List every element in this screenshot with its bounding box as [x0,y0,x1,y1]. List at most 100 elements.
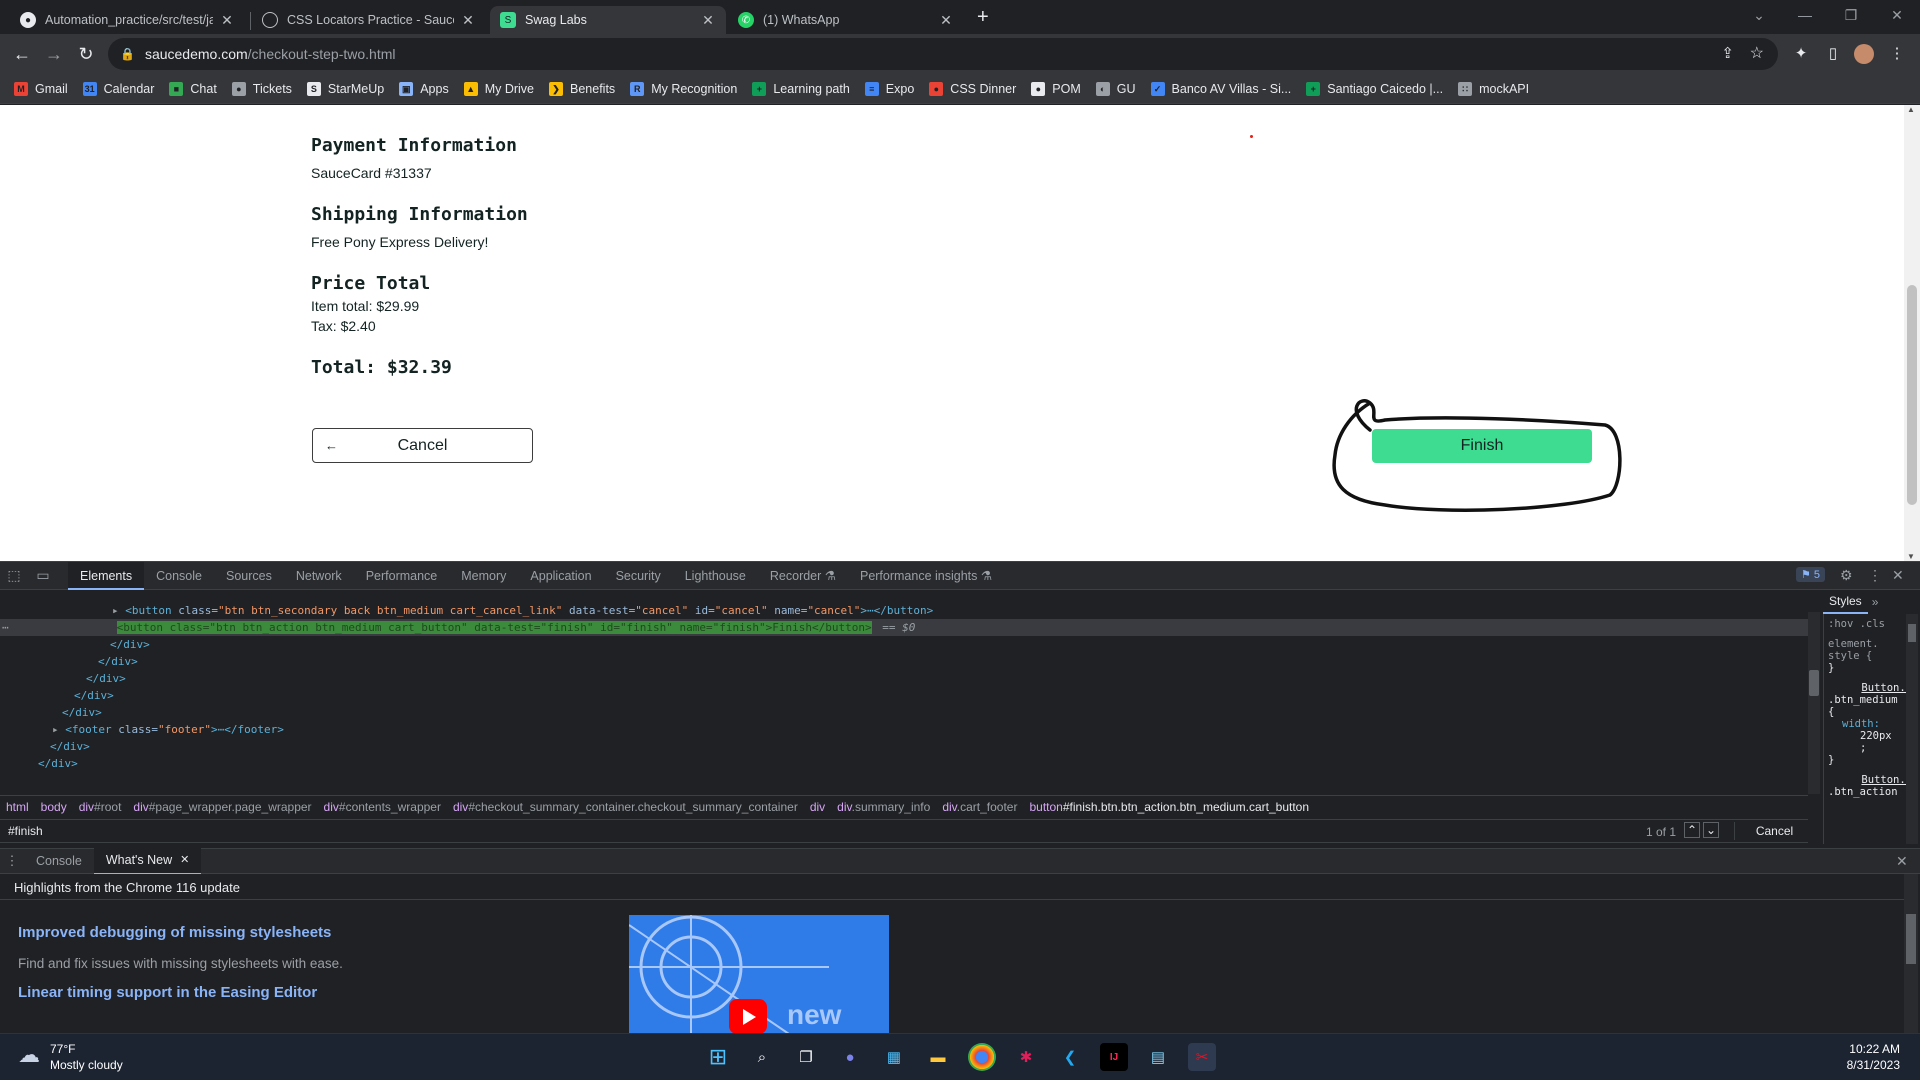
scroll-up-icon[interactable]: ▲ [1907,105,1915,114]
devtools-tab[interactable]: Network [284,562,354,590]
devtools-tab[interactable]: Performance insights ⚗ [848,562,1004,590]
whats-new-link[interactable]: Improved debugging of missing stylesheet… [18,924,331,941]
bookmark-item[interactable]: ● POM [1031,81,1081,96]
finish-button[interactable]: Finish [1372,429,1592,463]
bookmark-item[interactable]: ▣ Apps [399,81,449,96]
more-tabs-icon[interactable]: » [1872,595,1879,609]
dom-line[interactable]: </div> [86,670,126,687]
dom-line[interactable]: </div> [38,755,78,772]
dom-line[interactable]: </div> [50,738,90,755]
intellij-icon[interactable]: IJ [1100,1043,1128,1071]
bookmark-item[interactable]: 31 Calendar [82,81,154,96]
drawer-tab-console[interactable]: Console [24,847,94,875]
bookmark-item[interactable]: ◐ GU [1095,81,1136,96]
inspect-element-icon[interactable]: ⬚ [0,567,28,584]
browser-tab[interactable]: ✆ (1) WhatsApp ✕ [728,6,964,34]
close-drawer-icon[interactable]: ✕ [1896,853,1908,870]
bookmark-item[interactable]: M Gmail [14,81,68,96]
devtools-tab[interactable]: Performance [354,562,450,590]
slack-icon[interactable]: ✱ [1012,1043,1040,1071]
browser-tab[interactable]: ● Automation_practice/src/test/jav ✕ [10,6,245,34]
breadcrumb-item[interactable]: div#page_wrapper.page_wrapper [133,800,311,814]
bookmark-star-icon[interactable]: ☆ [1750,43,1764,63]
weather-desc[interactable]: Mostly cloudy [50,1058,123,1072]
dom-line[interactable]: </div> [98,653,138,670]
drawer-tab-whats-new[interactable]: What's New ✕ [93,847,202,875]
search-next-icon[interactable]: ⌄ [1703,822,1719,838]
devtools-tab[interactable]: Application [518,562,603,590]
store-icon[interactable]: ▦ [880,1043,908,1071]
windows-start-icon[interactable]: ⊞ [704,1043,732,1071]
close-tab-icon[interactable]: ✕ [460,12,476,29]
forward-icon[interactable]: → [42,42,66,66]
vscode-icon[interactable]: ❮ [1056,1043,1084,1071]
bookmark-item[interactable]: + Learning path [752,81,850,96]
search-cancel-button[interactable]: Cancel [1734,822,1814,840]
whats-new-scrollbar-thumb[interactable] [1906,914,1916,964]
search-icon[interactable]: ⌕ [748,1043,776,1071]
chrome-icon[interactable] [968,1043,996,1071]
breadcrumb-item[interactable]: div.cart_footer [942,800,1017,814]
issues-badge[interactable]: ⚑ 5 [1796,567,1826,582]
bookmark-item[interactable]: ● CSS Dinner [929,81,1016,96]
dom-line-cancel-button[interactable]: ▸ <button class="btn btn_secondary back … [112,602,933,619]
weather-temp[interactable]: 77°F [50,1042,75,1056]
styles-scrollbar[interactable] [1906,614,1918,844]
breadcrumb-item[interactable]: div#checkout_summary_container.checkout_… [453,800,798,814]
browser-tab[interactable]: CSS Locators Practice - Saucedem ✕ [252,6,486,34]
bookmark-item[interactable]: ❯ Benefits [549,81,615,96]
dom-scrollbar-thumb[interactable] [1809,670,1819,696]
styles-tab[interactable]: Styles [1823,590,1868,614]
close-tab-icon[interactable]: ✕ [938,12,954,29]
restore-icon[interactable]: ❐ [1828,0,1874,30]
devtools-tab[interactable]: Lighthouse [673,562,758,590]
devtools-tab[interactable]: Elements [68,561,145,590]
devtools-tab[interactable]: Sources [214,562,284,590]
bookmark-item[interactable]: ■ Chat [169,81,217,96]
device-toolbar-icon[interactable]: ▭ [28,567,58,584]
breadcrumb-item[interactable]: div#root [79,800,122,814]
dom-line[interactable]: </div> [110,636,150,653]
dom-line[interactable]: </div> [62,704,102,721]
back-icon[interactable]: ← [10,42,34,66]
devtools-tab[interactable]: Recorder ⚗ [758,562,848,590]
devtools-menu-icon[interactable]: ⋮ [1868,567,1882,584]
bookmark-item[interactable]: + Santiago Caicedo |... [1306,81,1443,96]
close-window-icon[interactable]: ✕ [1874,0,1920,30]
browser-tab-active[interactable]: S Swag Labs ✕ [490,6,726,34]
notepad-icon[interactable]: ▤ [1144,1043,1172,1071]
breadcrumb-item[interactable]: div.summary_info [837,800,930,814]
minimize-icon[interactable]: — [1782,0,1828,30]
extensions-icon[interactable]: ✦ [1790,43,1812,65]
scroll-down-icon[interactable]: ▼ [1907,552,1915,561]
bookmark-item[interactable]: ▲ My Drive [463,81,534,96]
devtools-tab[interactable]: Memory [449,562,518,590]
dom-line-ellipsis-icon[interactable]: ⋯ [2,621,9,634]
side-panel-icon[interactable]: ▯ [1822,43,1844,65]
page-scrollbar-thumb[interactable] [1907,285,1917,505]
bookmark-item[interactable]: ∷ mockAPI [1458,81,1529,96]
drawer-menu-icon[interactable]: ⋮ [0,853,24,869]
breadcrumb-item[interactable]: body [41,800,67,814]
task-view-icon[interactable]: ❐ [792,1043,820,1071]
file-explorer-icon[interactable]: ▬ [924,1043,952,1071]
clock-date[interactable]: 8/31/2023 [1838,1058,1900,1072]
address-bar[interactable]: 🔒 saucedemo.com/checkout-step-two.html ⇪… [108,38,1778,70]
whats-new-link[interactable]: Linear timing support in the Easing Edit… [18,984,317,1001]
bookmark-item[interactable]: R My Recognition [630,81,737,96]
bookmark-item[interactable]: ● Tickets [231,81,292,96]
close-tab-icon[interactable]: ✕ [700,12,716,29]
expand-triangle-icon[interactable]: ▸ [112,604,119,617]
breadcrumb-item[interactable]: button#finish.btn.btn_action.btn_medium.… [1029,800,1309,814]
close-devtools-icon[interactable]: ✕ [1892,567,1904,584]
bookmark-item[interactable]: ✓ Banco AV Villas - Si... [1150,81,1291,96]
dom-search-input[interactable]: #finish [8,824,43,838]
close-tab-icon[interactable]: ✕ [219,12,235,29]
tab-search-icon[interactable]: ⌄ [1736,0,1782,30]
bookmark-item[interactable]: S StarMeUp [306,81,384,96]
menu-kebab-icon[interactable]: ⋮ [1886,43,1908,65]
new-tab-button[interactable]: + [977,6,989,29]
expand-triangle-icon[interactable]: ▸ [52,723,59,736]
dom-line-footer[interactable]: ▸ <footer class="footer">⋯</footer> [52,721,284,738]
breadcrumb-item[interactable]: div#contents_wrapper [324,800,441,814]
